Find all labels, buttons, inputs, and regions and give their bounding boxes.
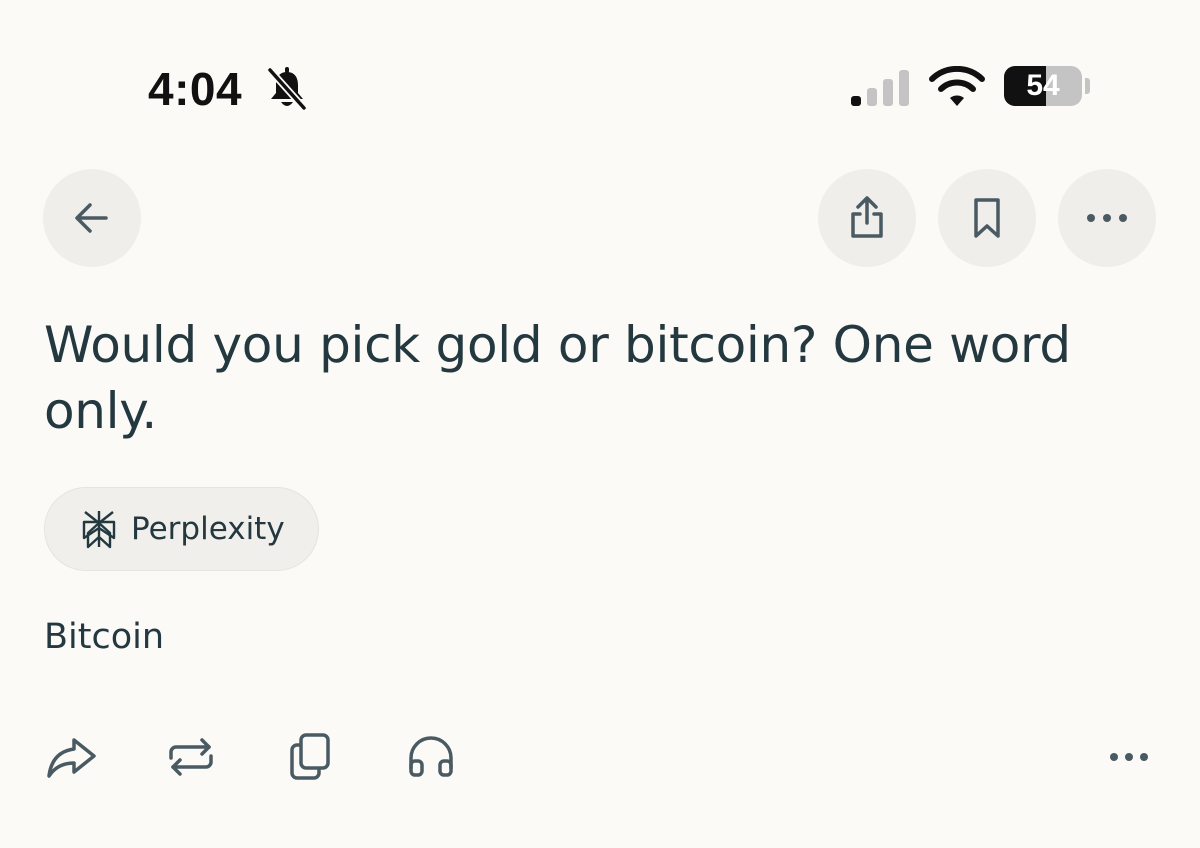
bookmark-icon	[974, 198, 1000, 238]
share-icon	[851, 196, 883, 238]
more-options-button[interactable]	[1058, 169, 1156, 267]
back-arrow-icon	[75, 203, 108, 233]
listen-button[interactable]	[404, 730, 458, 789]
status-time: 4:04	[148, 63, 243, 115]
forward-share-button[interactable]	[44, 730, 98, 789]
copy-icon	[290, 733, 330, 780]
source-pill[interactable]: Perplexity	[44, 487, 319, 571]
rewrite-button[interactable]	[164, 730, 218, 789]
answer-more-button[interactable]	[1108, 742, 1150, 777]
bell-slash-icon	[266, 66, 308, 112]
cellular-signal-icon	[851, 70, 909, 106]
battery-icon: 54	[1004, 66, 1082, 106]
answer-text: Bitcoin	[44, 617, 165, 657]
battery-percent: 54	[1026, 69, 1060, 102]
source-label: Perplexity	[131, 511, 285, 547]
perplexity-logo-icon	[82, 511, 116, 549]
share-button[interactable]	[818, 169, 916, 267]
more-icon	[1110, 753, 1148, 761]
copy-button[interactable]	[284, 730, 338, 789]
forward-share-icon	[47, 738, 96, 778]
more-icon	[1087, 214, 1127, 222]
wifi-icon	[929, 66, 985, 106]
rewrite-icon	[169, 738, 213, 776]
listen-headphones-icon	[409, 736, 453, 777]
battery-cap	[1085, 78, 1090, 94]
question-text: Would you pick gold or bitcoin? One word…	[44, 316, 1071, 440]
back-button[interactable]	[43, 169, 141, 267]
bookmark-button[interactable]	[938, 169, 1036, 267]
